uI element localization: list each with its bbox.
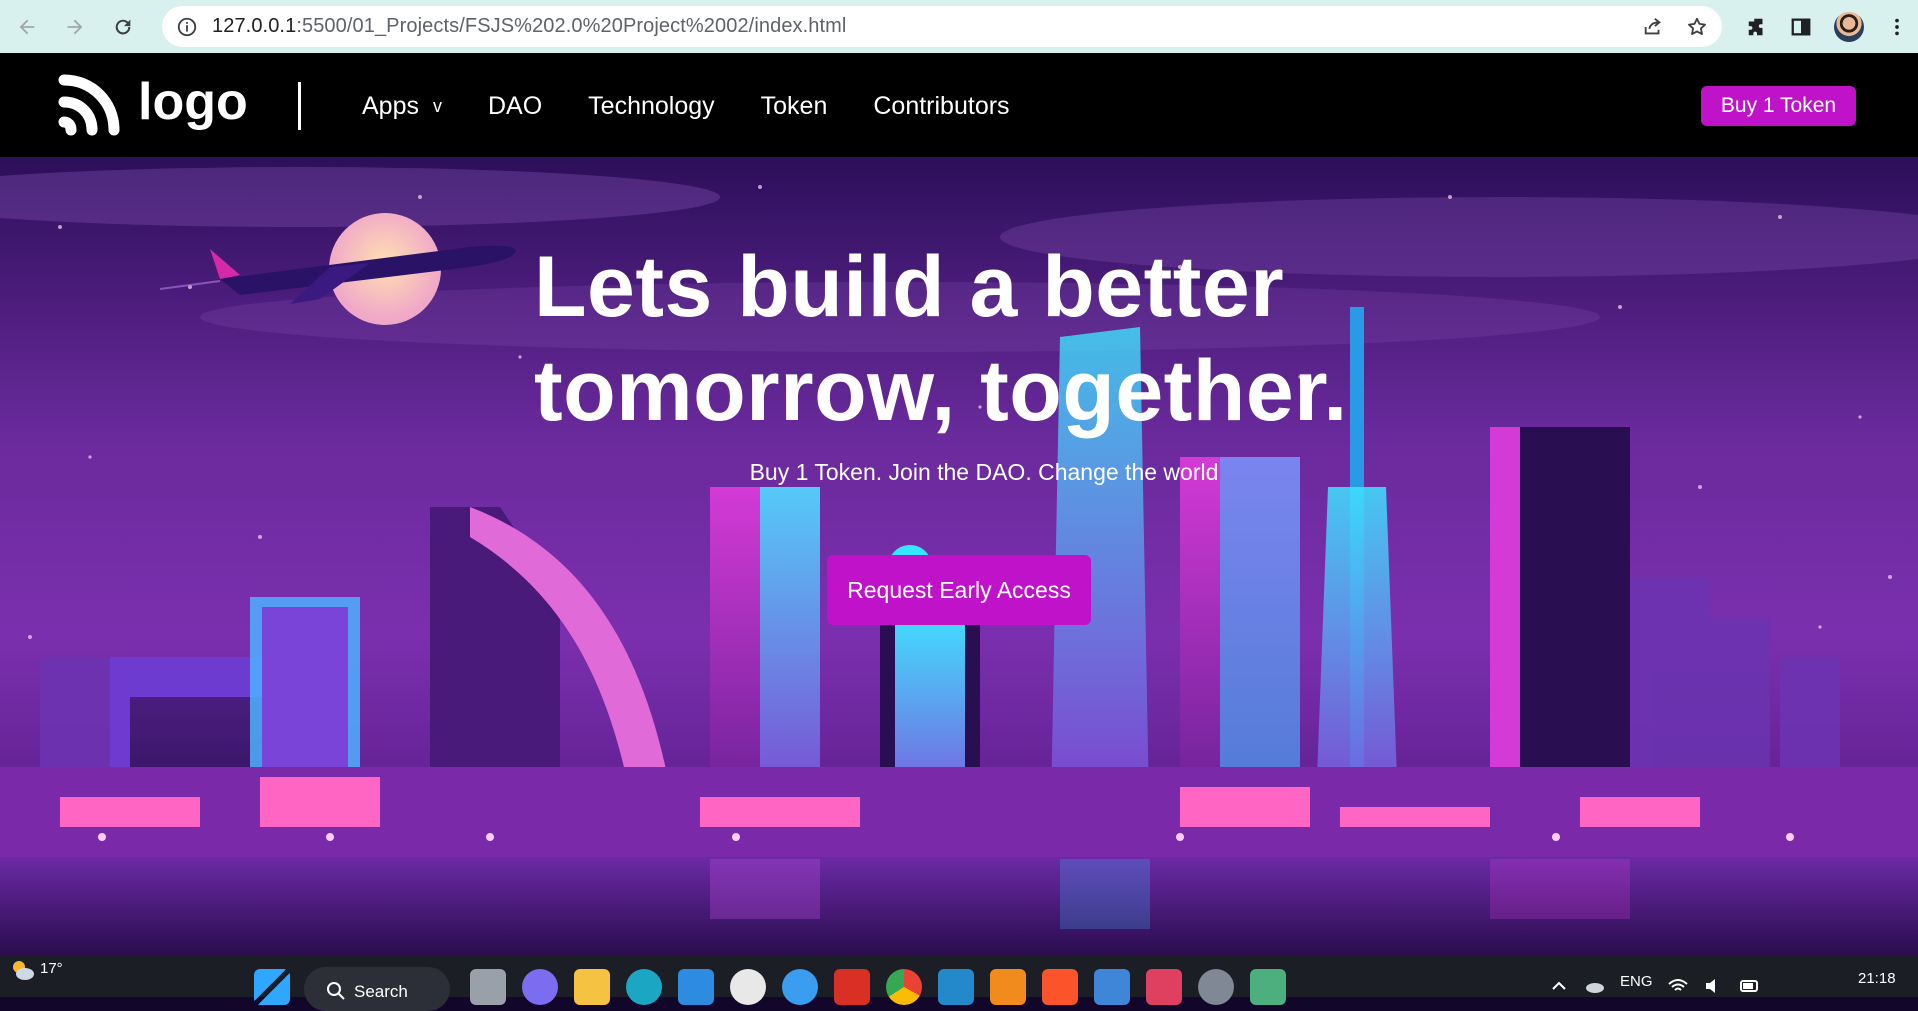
side-panel-icon[interactable] <box>1790 16 1812 38</box>
nav-apps[interactable]: Apps v <box>362 92 442 121</box>
clock[interactable]: 21:18 <box>1858 970 1896 987</box>
weather-widget[interactable]: 17° <box>10 957 63 983</box>
hero-title: Lets build a better tomorrow, together. <box>534 235 1434 443</box>
hero-subtitle: Buy 1 Token. Join the DAO. Change the wo… <box>749 459 1219 485</box>
reload-icon <box>115 19 131 34</box>
settings-icon[interactable] <box>1198 969 1234 1005</box>
back-button[interactable] <box>6 6 48 48</box>
edge-browser-icon[interactable] <box>626 969 662 1005</box>
nav-technology[interactable]: Technology <box>588 92 714 121</box>
brave-icon[interactable] <box>1042 969 1078 1005</box>
forward-button[interactable] <box>54 6 96 48</box>
file-explorer-icon[interactable] <box>574 969 610 1005</box>
temperature: 17° <box>40 960 63 977</box>
reload-button[interactable] <box>102 6 144 48</box>
url-path: :5500/01_Projects/FSJS%202.0%20Project%2… <box>296 15 847 37</box>
url-host: 127.0.0.1 <box>212 15 297 37</box>
chevron-down-icon: v <box>432 95 442 116</box>
nav-token[interactable]: Token <box>761 92 828 121</box>
kebab-menu-icon[interactable] <box>1886 16 1908 38</box>
logo-text[interactable]: logo <box>138 72 248 132</box>
profile-avatar[interactable] <box>1834 11 1864 42</box>
cloud-sun-icon <box>13 961 34 980</box>
buy-token-button[interactable]: Buy 1 Token <box>1701 86 1856 126</box>
snipping-tool-icon[interactable] <box>1146 969 1182 1005</box>
address-bar[interactable]: 127.0.0.1:5500/01_Projects/FSJS%202.0%20… <box>162 6 1722 47</box>
chrome-icon[interactable] <box>886 969 922 1005</box>
language-indicator[interactable]: ENG <box>1620 973 1653 990</box>
hero-title-line2: tomorrow, together. <box>534 343 1348 439</box>
search-icon <box>327 982 345 1000</box>
copilot-icon[interactable] <box>782 969 818 1005</box>
vscode-icon[interactable] <box>938 969 974 1005</box>
nav-dao[interactable]: DAO <box>488 92 542 121</box>
info-icon[interactable] <box>176 16 198 38</box>
windows-taskbar: 17° Search ENG 21:18 <box>0 955 1918 1011</box>
onedrive-icon[interactable] <box>1584 975 1606 997</box>
header-divider <box>298 82 301 130</box>
nav-contributors[interactable]: Contributors <box>873 92 1009 121</box>
git-icon[interactable] <box>1250 969 1286 1005</box>
gmail-icon[interactable] <box>834 969 870 1005</box>
task-view-icon[interactable] <box>470 969 506 1005</box>
hero-section: Lets build a better tomorrow, together. … <box>0 157 1918 955</box>
request-early-access-button[interactable]: Request Early Access <box>827 555 1091 625</box>
battery-icon[interactable] <box>1739 975 1761 997</box>
teams-chat-icon[interactable] <box>522 969 558 1005</box>
search-label: Search <box>354 982 408 1001</box>
system-tray: ENG <box>1548 955 1761 997</box>
share-icon[interactable] <box>1642 16 1664 38</box>
back-arrow-icon <box>19 19 35 34</box>
volume-icon[interactable] <box>1703 975 1725 997</box>
chevron-up-icon[interactable] <box>1548 975 1570 997</box>
nav-apps-label: Apps <box>362 91 419 120</box>
browser-toolbar: 127.0.0.1:5500/01_Projects/FSJS%202.0%20… <box>0 0 1918 53</box>
puzzle-icon[interactable] <box>1746 16 1768 38</box>
star-icon[interactable] <box>1686 16 1708 38</box>
main-nav: Apps v DAO Technology Token Contributors <box>362 86 1056 126</box>
forward-arrow-icon <box>67 19 83 34</box>
github-desktop-icon[interactable] <box>730 969 766 1005</box>
taskbar-search[interactable]: Search <box>304 967 450 1011</box>
windows-start-icon[interactable] <box>254 969 290 1005</box>
wifi-icon[interactable] <box>1667 975 1689 997</box>
vlc-icon[interactable] <box>990 969 1026 1005</box>
hero-title-line1: Lets build a better <box>534 239 1285 335</box>
microsoft-store-icon[interactable] <box>678 969 714 1005</box>
photos-icon[interactable] <box>1094 969 1130 1005</box>
url-text[interactable]: 127.0.0.1:5500/01_Projects/FSJS%202.0%20… <box>212 15 846 38</box>
logo-icon[interactable] <box>58 72 122 136</box>
